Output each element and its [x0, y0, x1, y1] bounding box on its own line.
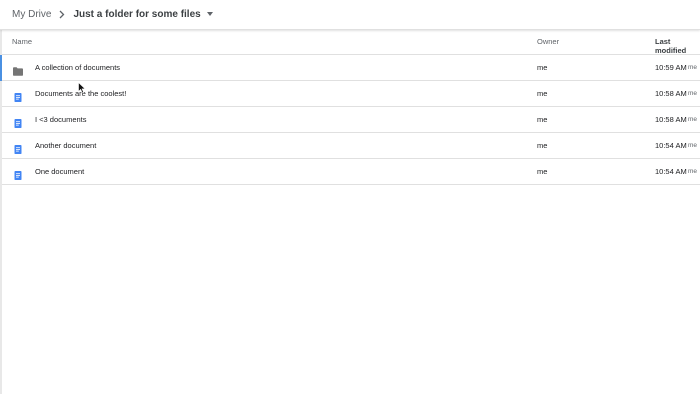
file-row[interactable]: I <3 documents me 10:58 AM me: [2, 107, 700, 133]
google-doc-icon: [13, 167, 23, 180]
file-name: I <3 documents: [35, 115, 87, 124]
file-modified-time: 10:54 AM: [655, 141, 687, 150]
column-headers: Name Owner Last modified: [2, 30, 700, 55]
breadcrumb-my-drive[interactable]: My Drive: [12, 9, 51, 20]
column-header-last-modified[interactable]: Last modified: [655, 37, 700, 55]
file-modified-by: me: [688, 89, 698, 97]
breadcrumb-current-label: Just a folder for some files: [73, 8, 201, 20]
file-list: A collection of documents me 10:59 AM me Doc…: [0, 55, 700, 185]
file-modified-by: me: [688, 115, 698, 123]
file-modified-time: 10:59 AM: [655, 63, 687, 72]
file-row[interactable]: A collection of documents me 10:59 AM me: [0, 55, 700, 81]
column-header-owner[interactable]: Owner: [537, 37, 559, 46]
file-owner: me: [537, 89, 548, 98]
google-doc-icon: [13, 89, 23, 102]
column-header-name[interactable]: Name: [12, 37, 32, 46]
mouse-pointer-icon: [78, 82, 86, 94]
file-modified-time: 10:58 AM: [655, 115, 687, 124]
breadcrumb: My Drive Just a folder for some files: [12, 6, 213, 22]
file-owner: me: [537, 115, 548, 124]
google-doc-icon: [13, 141, 23, 154]
file-modified-time: 10:54 AM: [655, 167, 687, 176]
folder-icon: [13, 63, 23, 76]
file-modified-by: me: [688, 63, 698, 71]
file-modified-time: 10:58 AM: [655, 89, 687, 98]
file-modified-by: me: [688, 141, 698, 149]
file-row[interactable]: Another document me 10:54 AM me: [2, 133, 700, 159]
file-row[interactable]: One document me 10:54 AM me: [2, 159, 700, 185]
file-name: One document: [35, 167, 85, 176]
breadcrumb-current-folder[interactable]: Just a folder for some files: [73, 8, 213, 20]
file-owner: me: [537, 141, 548, 150]
file-name: A collection of documents: [35, 63, 121, 72]
drive-file-browser: My Drive Just a folder for some files Na…: [0, 0, 700, 394]
file-name: Another document: [35, 141, 97, 150]
toolbar-header: My Drive Just a folder for some files: [0, 0, 700, 30]
chevron-right-icon: [59, 8, 67, 20]
file-owner: me: [537, 167, 548, 176]
caret-down-icon: [206, 12, 213, 16]
file-row[interactable]: Documents are the coolest! me 10:58 AM me: [2, 81, 700, 107]
file-modified-by: me: [688, 167, 698, 175]
google-doc-icon: [13, 115, 23, 128]
file-owner: me: [537, 63, 548, 72]
